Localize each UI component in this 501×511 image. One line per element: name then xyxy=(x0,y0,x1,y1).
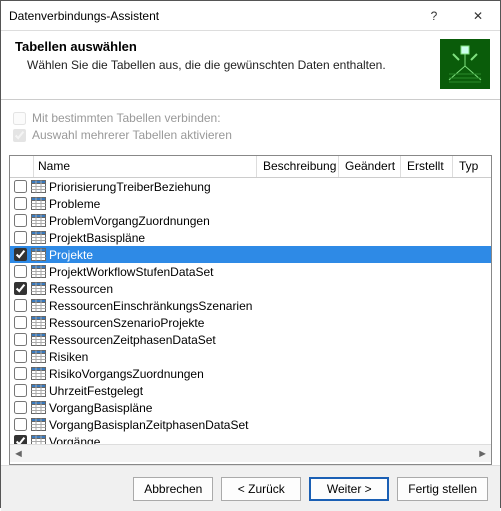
row-checkbox[interactable] xyxy=(14,401,27,414)
table-row[interactable]: Ressourcen xyxy=(10,280,491,297)
row-label: Ressourcen xyxy=(49,282,113,296)
table-icon xyxy=(31,180,46,193)
row-checkbox[interactable] xyxy=(14,214,27,227)
table-row[interactable]: Projekte xyxy=(10,246,491,263)
col-modified[interactable]: Geändert xyxy=(339,156,401,177)
table-row[interactable]: RessourcenSzenarioProjekte xyxy=(10,314,491,331)
table-row[interactable]: ProjektWorkflowStufenDataSet xyxy=(10,263,491,280)
row-label: ProjektBasispläne xyxy=(49,231,145,245)
header-title: Tabellen auswählen xyxy=(15,39,434,54)
row-checkbox[interactable] xyxy=(14,231,27,244)
table-list: Name Beschreibung Geändert Erstellt Typ … xyxy=(9,155,492,465)
row-label: VorgangBasisplanZeitphasenDataSet xyxy=(49,418,248,432)
row-checkbox[interactable] xyxy=(14,180,27,193)
window-title: Datenverbindungs-Assistent xyxy=(1,9,412,23)
row-label: RessourcenSzenarioProjekte xyxy=(49,316,204,330)
row-label: VorgangBasispläne xyxy=(49,401,152,415)
row-checkbox[interactable] xyxy=(14,367,27,380)
table-icon xyxy=(31,282,46,295)
table-icon xyxy=(31,435,46,444)
table-row[interactable]: UhrzeitFestgelegt xyxy=(10,382,491,399)
wizard-header: Tabellen auswählen Wählen Sie die Tabell… xyxy=(1,31,500,99)
row-label: Risiken xyxy=(49,350,88,364)
row-label: ProblemVorgangZuordnungen xyxy=(49,214,210,228)
row-label: RessourcenEinschränkungsSzenarien xyxy=(49,299,252,313)
table-icon xyxy=(31,248,46,261)
table-icon xyxy=(31,197,46,210)
table-icon xyxy=(31,231,46,244)
table-row[interactable]: Risiken xyxy=(10,348,491,365)
col-type[interactable]: Typ xyxy=(453,156,491,177)
table-icon xyxy=(31,316,46,329)
row-label: Vorgänge xyxy=(49,435,100,445)
row-checkbox[interactable] xyxy=(14,384,27,397)
table-row[interactable]: VorgangBasisplanZeitphasenDataSet xyxy=(10,416,491,433)
table-header: Name Beschreibung Geändert Erstellt Typ xyxy=(10,156,491,178)
row-label: RessourcenZeitphasenDataSet xyxy=(49,333,216,347)
row-label: PriorisierungTreiberBeziehung xyxy=(49,180,211,194)
table-icon xyxy=(31,265,46,278)
header-subtitle: Wählen Sie die Tabellen aus, die die gew… xyxy=(15,58,434,72)
table-row[interactable]: PriorisierungTreiberBeziehung xyxy=(10,178,491,195)
table-row[interactable]: ProblemVorgangZuordnungen xyxy=(10,212,491,229)
row-label: UhrzeitFestgelegt xyxy=(49,384,143,398)
row-checkbox[interactable] xyxy=(14,248,27,261)
option-connect-label: Mit bestimmten Tabellen verbinden: xyxy=(32,111,221,125)
option-multi-label: Auswahl mehrerer Tabellen aktivieren xyxy=(32,128,232,142)
col-name[interactable]: Name xyxy=(34,156,257,177)
row-checkbox[interactable] xyxy=(14,316,27,329)
cancel-button[interactable]: Abbrechen xyxy=(133,477,213,501)
next-button[interactable]: Weiter > xyxy=(309,477,389,501)
option-multi-checkbox xyxy=(13,129,26,142)
table-row[interactable]: RisikoVorgangsZuordnungen xyxy=(10,365,491,382)
col-description[interactable]: Beschreibung xyxy=(257,156,339,177)
table-row[interactable]: RessourcenEinschränkungsSzenarien xyxy=(10,297,491,314)
wizard-footer: Abbrechen < Zurück Weiter > Fertig stell… xyxy=(1,465,500,511)
table-row[interactable]: Probleme xyxy=(10,195,491,212)
row-checkbox[interactable] xyxy=(14,333,27,346)
row-checkbox[interactable] xyxy=(14,299,27,312)
titlebar: Datenverbindungs-Assistent ? ✕ xyxy=(1,1,500,31)
back-button[interactable]: < Zurück xyxy=(221,477,301,501)
option-connect: Mit bestimmten Tabellen verbinden: xyxy=(13,111,488,125)
table-row[interactable]: VorgangBasispläne xyxy=(10,399,491,416)
row-label: RisikoVorgangsZuordnungen xyxy=(49,367,204,381)
options-panel: Mit bestimmten Tabellen verbinden: Auswa… xyxy=(1,100,500,153)
row-checkbox[interactable] xyxy=(14,282,27,295)
row-checkbox[interactable] xyxy=(14,435,27,444)
table-icon xyxy=(31,418,46,431)
table-icon xyxy=(31,384,46,397)
horizontal-scrollbar[interactable]: ◄ ► xyxy=(10,444,491,462)
help-icon[interactable]: ? xyxy=(412,1,456,31)
table-icon xyxy=(31,401,46,414)
table-row[interactable]: RessourcenZeitphasenDataSet xyxy=(10,331,491,348)
row-checkbox[interactable] xyxy=(14,265,27,278)
table-icon xyxy=(31,367,46,380)
table-row[interactable]: Vorgänge xyxy=(10,433,491,444)
row-label: ProjektWorkflowStufenDataSet xyxy=(49,265,214,279)
finish-button[interactable]: Fertig stellen xyxy=(397,477,488,501)
table-icon xyxy=(31,214,46,227)
table-icon xyxy=(31,333,46,346)
col-checkbox xyxy=(10,156,34,177)
table-body[interactable]: PriorisierungTreiberBeziehung Probleme Pro… xyxy=(10,178,491,444)
row-label: Projekte xyxy=(49,248,93,262)
scroll-right-icon[interactable]: ► xyxy=(477,448,488,460)
table-icon xyxy=(31,350,46,363)
row-checkbox[interactable] xyxy=(14,197,27,210)
option-multi: Auswahl mehrerer Tabellen aktivieren xyxy=(13,128,488,142)
table-row[interactable]: ProjektBasispläne xyxy=(10,229,491,246)
scroll-left-icon[interactable]: ◄ xyxy=(13,448,24,460)
row-checkbox[interactable] xyxy=(14,418,27,431)
close-icon[interactable]: ✕ xyxy=(456,1,500,31)
row-checkbox[interactable] xyxy=(14,350,27,363)
wizard-icon xyxy=(440,39,490,89)
col-created[interactable]: Erstellt xyxy=(401,156,453,177)
row-label: Probleme xyxy=(49,197,100,211)
option-connect-checkbox xyxy=(13,112,26,125)
table-icon xyxy=(31,299,46,312)
